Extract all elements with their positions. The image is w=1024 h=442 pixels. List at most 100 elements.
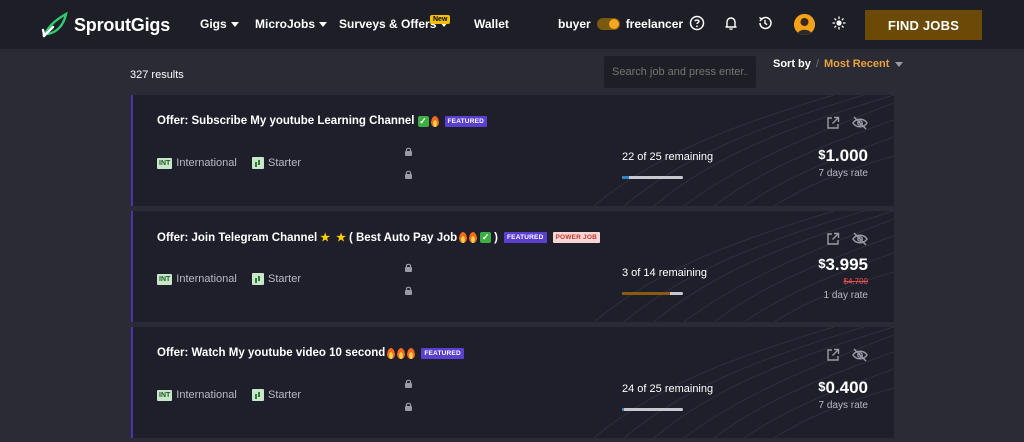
check-icon: ✓ bbox=[480, 232, 492, 243]
old-price: $4.700 bbox=[843, 277, 868, 286]
mode-toggle: buyer freelancer bbox=[558, 17, 683, 31]
theme-sun-icon[interactable] bbox=[831, 15, 847, 31]
job-card[interactable]: Offer: Join Telegram Channel ★ ★ ( Best … bbox=[131, 211, 894, 322]
lock-icon bbox=[405, 147, 412, 156]
star-icon: ★ bbox=[336, 232, 346, 244]
lock-icon bbox=[405, 286, 412, 295]
region-label: International bbox=[176, 273, 237, 285]
brand-name-part2: Gigs bbox=[130, 14, 171, 35]
fire-icon bbox=[469, 232, 478, 243]
star-icon: ★ bbox=[320, 232, 331, 244]
progress-bar bbox=[622, 176, 683, 179]
hide-eye-off-icon[interactable] bbox=[852, 116, 868, 130]
rate-label: 1 day rate bbox=[823, 290, 868, 301]
region-code-badge: INT bbox=[157, 389, 173, 401]
fire-icon bbox=[407, 347, 416, 359]
sort-label: Sort by bbox=[773, 58, 811, 70]
brand-name-part1: Sprout bbox=[74, 14, 131, 35]
price-value: 3.995 bbox=[825, 255, 868, 274]
lock-icon bbox=[405, 263, 412, 272]
level-label: Starter bbox=[268, 273, 302, 285]
region: INT International bbox=[157, 157, 237, 169]
level-bars-icon bbox=[252, 389, 264, 401]
price: $3.995 bbox=[818, 255, 868, 275]
hide-eye-off-icon[interactable] bbox=[852, 232, 868, 246]
level: Starter bbox=[252, 157, 301, 169]
progress-bar bbox=[622, 408, 683, 411]
remaining-count: 3 of 14 remaining bbox=[622, 267, 707, 279]
region-code-badge: INT bbox=[157, 157, 173, 169]
fire-icon bbox=[387, 347, 396, 359]
nav-wallet-label: Wallet bbox=[474, 17, 509, 31]
job-title-close: ) bbox=[494, 231, 498, 244]
sort-value[interactable]: Most Recent bbox=[824, 58, 889, 70]
featured-badge: FEATURED bbox=[444, 115, 488, 127]
avatar-image bbox=[794, 14, 815, 35]
freelancer-label[interactable]: freelancer bbox=[626, 17, 683, 31]
nav-gigs-label: Gigs bbox=[200, 17, 227, 31]
chevron-down-icon bbox=[895, 61, 904, 67]
bell-icon[interactable] bbox=[723, 15, 739, 31]
progress-fill bbox=[622, 292, 671, 295]
job-title-text: Offer: Subscribe My youtube Learning Cha… bbox=[157, 115, 415, 127]
featured-badge: FEATURED bbox=[421, 347, 464, 359]
buyer-label[interactable]: buyer bbox=[558, 17, 591, 31]
price-value: 0.400 bbox=[825, 378, 868, 397]
nav-surveys-offers-label: Surveys & Offers bbox=[339, 17, 437, 31]
new-badge: New bbox=[430, 15, 451, 24]
fire-icon bbox=[430, 115, 439, 127]
level-bars-icon bbox=[252, 273, 264, 285]
nav-microjobs[interactable]: MicroJobs bbox=[255, 17, 328, 31]
search-input[interactable] bbox=[604, 56, 756, 88]
level: Starter bbox=[252, 389, 301, 401]
job-title[interactable]: Offer: Watch My youtube video 10 second … bbox=[157, 347, 464, 359]
progress-fill bbox=[622, 176, 630, 179]
region: INT International bbox=[157, 273, 237, 285]
open-external-icon[interactable] bbox=[826, 232, 840, 246]
rate-label: 7 days rate bbox=[818, 400, 868, 411]
job-title[interactable]: Offer: Join Telegram Channel ★ ★ ( Best … bbox=[157, 231, 601, 244]
lock-icon bbox=[405, 402, 412, 411]
sort-control[interactable]: Sort by / Most Recent bbox=[773, 58, 904, 70]
region-code-badge: INT bbox=[157, 273, 173, 285]
job-card[interactable]: Offer: Watch My youtube video 10 second … bbox=[131, 327, 894, 438]
help-icon[interactable] bbox=[689, 15, 705, 31]
find-jobs-button[interactable]: FIND JOBS bbox=[865, 10, 982, 40]
job-card[interactable]: Offer: Subscribe My youtube Learning Cha… bbox=[131, 95, 894, 206]
region-label: International bbox=[176, 157, 237, 169]
top-navbar: SproutGigs Gigs MicroJobs Surveys & Offe… bbox=[0, 0, 1024, 49]
open-external-icon[interactable] bbox=[826, 116, 840, 130]
price: $0.400 bbox=[818, 378, 868, 398]
history-icon[interactable] bbox=[757, 15, 773, 31]
hide-eye-off-icon[interactable] bbox=[852, 348, 868, 362]
fire-icon bbox=[459, 232, 468, 243]
brand-name: SproutGigs bbox=[74, 15, 170, 36]
level-label: Starter bbox=[268, 389, 302, 401]
open-external-icon[interactable] bbox=[826, 348, 840, 362]
progress-bar bbox=[622, 292, 683, 295]
mode-switch[interactable] bbox=[596, 18, 620, 30]
logo[interactable]: SproutGigs bbox=[40, 10, 170, 40]
results-count: 327 results bbox=[130, 69, 184, 81]
job-title-text: Offer: Watch My youtube video 10 second bbox=[157, 347, 386, 359]
remaining-count: 24 of 25 remaining bbox=[622, 383, 714, 395]
job-title-text: Offer: Join Telegram Channel bbox=[157, 231, 318, 244]
progress-fill bbox=[622, 408, 625, 411]
level-label: Starter bbox=[268, 157, 302, 169]
job-title-suffix: ( Best Auto Pay Job bbox=[348, 231, 458, 244]
nav-wallet[interactable]: Wallet bbox=[474, 17, 509, 31]
chevron-down-icon bbox=[319, 21, 328, 27]
job-title[interactable]: Offer: Subscribe My youtube Learning Cha… bbox=[157, 115, 488, 127]
lock-icon bbox=[405, 170, 412, 179]
nav-microjobs-label: MicroJobs bbox=[255, 17, 316, 31]
chevron-down-icon bbox=[230, 21, 239, 27]
price: $1.000 bbox=[818, 146, 868, 166]
lock-icon bbox=[405, 379, 412, 388]
sprout-leaf-icon bbox=[41, 11, 68, 38]
level-bars-icon bbox=[252, 157, 264, 169]
nav-gigs[interactable]: Gigs bbox=[200, 17, 239, 31]
avatar[interactable] bbox=[794, 14, 815, 35]
remaining-count: 22 of 25 remaining bbox=[622, 151, 714, 163]
region-label: International bbox=[176, 389, 237, 401]
price-value: 1.000 bbox=[825, 146, 868, 165]
